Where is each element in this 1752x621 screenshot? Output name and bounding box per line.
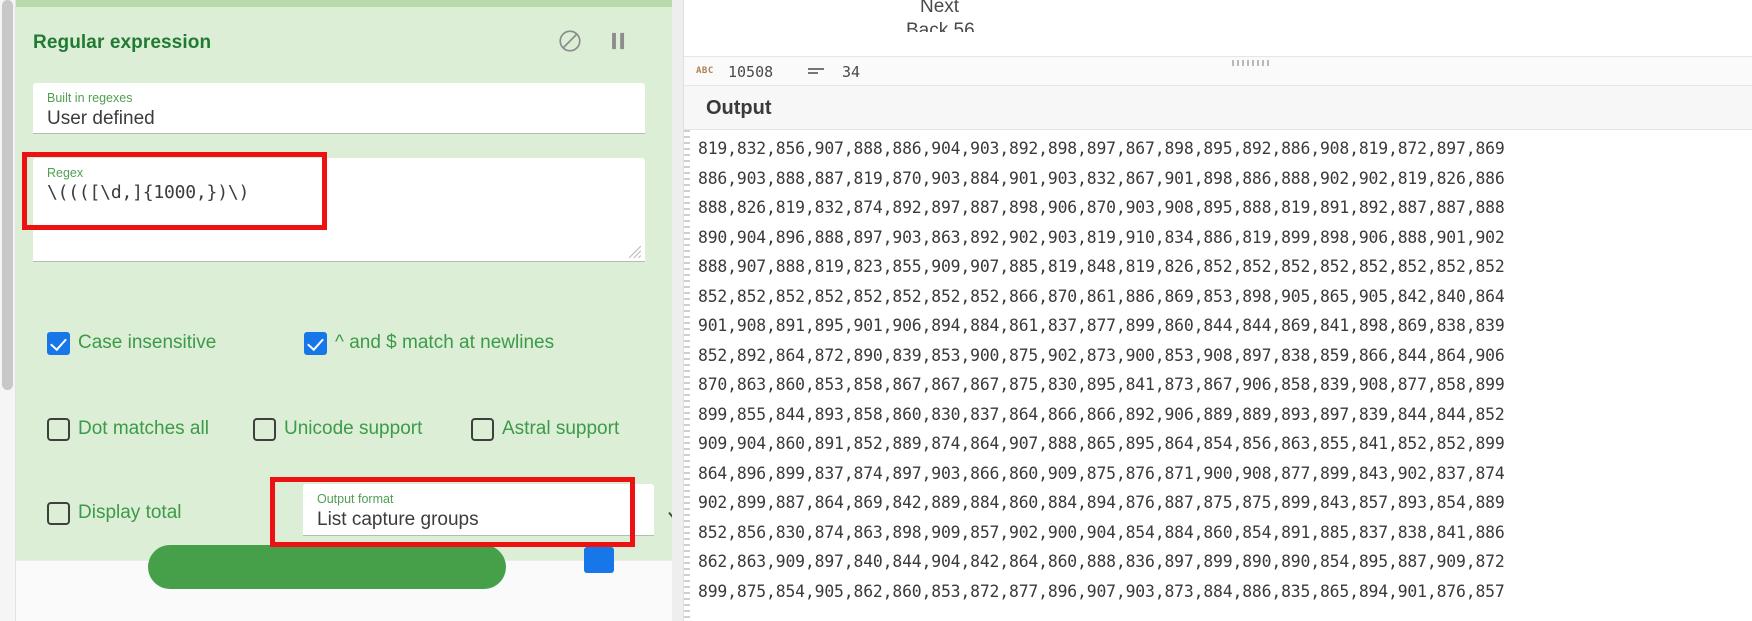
lines-icon bbox=[806, 64, 826, 84]
checkbox-unicode-support-label: Unicode support bbox=[284, 418, 423, 439]
next-button[interactable]: Next bbox=[920, 0, 959, 18]
run-button[interactable] bbox=[148, 545, 506, 589]
output-title: Output bbox=[706, 97, 772, 119]
characters-icon: ABC bbox=[696, 66, 714, 76]
regex-card: Regular expression Built in regexes User… bbox=[16, 0, 682, 560]
left-panel-scrollbar[interactable] bbox=[0, 0, 16, 621]
card-top-accent-bar bbox=[16, 0, 672, 7]
output-panel: Next Back 56 ABC 10508 34 Output 819,832… bbox=[672, 0, 1752, 621]
output-header: Output bbox=[684, 87, 1752, 129]
output-rail bbox=[684, 130, 690, 621]
resize-grip-icon[interactable] bbox=[628, 245, 642, 259]
characters-count: 10508 bbox=[728, 63, 774, 81]
output-format-value: List capture groups bbox=[317, 509, 479, 530]
checkbox-case-insensitive-box[interactable] bbox=[47, 332, 70, 355]
builtin-regexes-select[interactable]: Built in regexes User defined bbox=[33, 83, 645, 134]
checkbox-display-total-box[interactable] bbox=[47, 502, 70, 525]
regex-input[interactable]: Regex \((([\d,]{1000,})\) bbox=[33, 158, 645, 262]
left-panel-scrollbar-thumb[interactable] bbox=[2, 0, 13, 390]
regex-settings-panel: Regular expression Built in regexes User… bbox=[0, 0, 682, 621]
checkbox-anchors-newlines-label: ^ and $ match at newlines bbox=[335, 332, 555, 353]
checkbox-astral-support-label: Astral support bbox=[502, 418, 620, 439]
input-panel-bottom: Next Back 56 bbox=[684, 0, 1752, 56]
checkbox-dot-matches-all-box[interactable] bbox=[47, 418, 70, 441]
page-title: Regular expression bbox=[33, 32, 212, 53]
output-format-select[interactable]: Output format List capture groups bbox=[303, 484, 654, 536]
lines-count: 34 bbox=[842, 63, 861, 81]
checkbox-astral-support-box[interactable] bbox=[471, 418, 494, 441]
checkbox-dot-matches-all-label: Dot matches all bbox=[78, 418, 209, 439]
builtin-regexes-value: User defined bbox=[47, 108, 155, 129]
right-panel-gutter bbox=[672, 0, 684, 621]
checkbox-display-total-label: Display total bbox=[78, 502, 182, 523]
checkbox-unicode-support-box[interactable] bbox=[253, 418, 276, 441]
back-button[interactable]: Back 56 bbox=[906, 20, 975, 32]
footer-blue-control[interactable] bbox=[584, 547, 614, 573]
pause-icon[interactable] bbox=[605, 28, 631, 59]
splitter-drag-handle[interactable] bbox=[1232, 60, 1272, 66]
checkbox-anchors-newlines-box[interactable] bbox=[304, 332, 327, 355]
app-root: Regular expression Built in regexes User… bbox=[0, 0, 1752, 621]
ban-icon[interactable] bbox=[557, 28, 583, 59]
builtin-regexes-label: Built in regexes bbox=[47, 91, 133, 105]
output-text-area[interactable]: 819,832,856,907,888,886,904,903,892,898,… bbox=[684, 129, 1752, 621]
regex-value: \((([\d,]{1000,})\) bbox=[47, 182, 250, 203]
checkbox-case-insensitive-label: Case insensitive bbox=[78, 332, 217, 353]
output-format-label: Output format bbox=[317, 492, 394, 506]
regex-label: Regex bbox=[47, 166, 84, 180]
output-content: 819,832,856,907,888,886,904,903,892,898,… bbox=[698, 139, 1505, 601]
input-stats-bar: ABC 10508 34 bbox=[684, 56, 1752, 86]
